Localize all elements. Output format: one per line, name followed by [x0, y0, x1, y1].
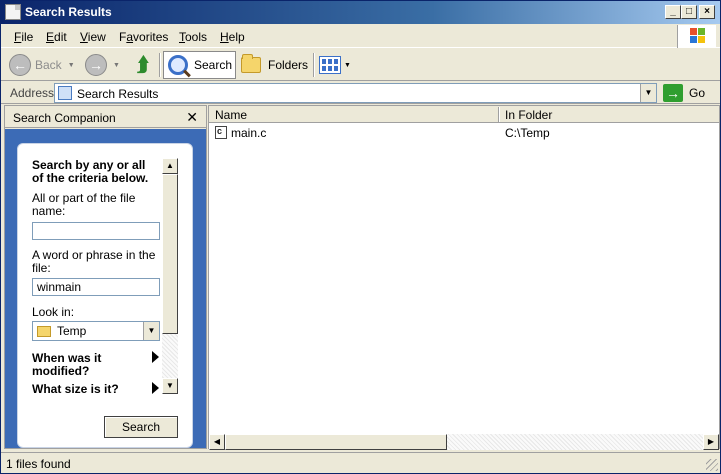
scroll-down-button[interactable]: ▼	[162, 378, 178, 394]
views-dropdown-icon[interactable]: ▼	[344, 62, 351, 69]
scroll-thumb[interactable]	[162, 174, 178, 334]
filename-label: All or part of the file name:	[32, 191, 136, 218]
address-value: Search Results	[77, 87, 159, 101]
forward-button[interactable]: → ▼	[85, 51, 120, 79]
scroll-right-button[interactable]: ▶	[703, 434, 719, 450]
search-toggle-label: Search	[194, 58, 233, 72]
views-button[interactable]: ▼	[319, 51, 351, 79]
search-companion-header: Search Companion ✕	[5, 106, 206, 128]
search-toggle-button[interactable]: Search	[163, 51, 236, 79]
menu-tools[interactable]: Tools	[179, 30, 207, 44]
windows-flag-icon	[690, 28, 706, 44]
toolbar-separator	[159, 53, 161, 77]
menu-favorites[interactable]: Favorites	[119, 30, 168, 44]
windows-logo	[677, 25, 716, 48]
horizontal-scroll-thumb[interactable]	[225, 434, 447, 450]
menu-help[interactable]: Help	[220, 30, 245, 44]
up-arrow-icon: ⮭	[137, 53, 149, 76]
column-folder-header[interactable]: In Folder	[505, 108, 552, 122]
views-icon	[319, 56, 341, 74]
menu-bar: File Edit View Favorites Tools Help	[1, 25, 720, 48]
explorer-window: Search Results _ □ × File Edit View Favo…	[0, 0, 721, 474]
maximize-button[interactable]: □	[681, 5, 697, 19]
lookin-select[interactable]: Temp ▼	[32, 321, 160, 341]
back-button[interactable]: ← Back ▼	[9, 51, 75, 79]
search-criteria-card: Search by any or all of the criteria bel…	[17, 143, 193, 448]
back-arrow-icon: ←	[9, 54, 31, 76]
window-title: Search Results	[25, 5, 112, 19]
address-bar: Address Search Results ▼ → Go	[1, 82, 720, 104]
document-icon	[5, 4, 21, 20]
status-bar: 1 files found	[1, 452, 720, 473]
table-row[interactable]: main.c C:\Temp	[209, 124, 719, 141]
when-modified-link[interactable]: When was it modified?	[32, 352, 142, 378]
close-button[interactable]: ×	[699, 5, 715, 19]
folder-icon	[241, 54, 261, 73]
go-label: Go	[689, 86, 706, 100]
menu-view[interactable]: View	[80, 30, 106, 44]
search-companion-body: Search by any or all of the criteria bel…	[5, 129, 206, 448]
folders-button[interactable]: Folders	[241, 51, 308, 79]
file-folder: C:\Temp	[505, 126, 550, 140]
address-input[interactable]: Search Results ▼	[54, 83, 657, 103]
back-dropdown-icon[interactable]: ▼	[68, 62, 75, 69]
criteria-scrollbar[interactable]: ▲ ▼	[162, 158, 178, 394]
column-separator[interactable]	[498, 107, 500, 122]
menu-edit[interactable]: Edit	[46, 30, 67, 44]
lookin-label: Look in:	[32, 305, 75, 319]
scroll-left-button[interactable]: ◀	[209, 434, 225, 450]
expand-arrow-icon[interactable]	[152, 382, 159, 394]
search-results-icon	[58, 86, 72, 100]
results-pane: Name In Folder main.c C:\Temp ◀ ▶	[208, 105, 720, 450]
search-icon	[168, 55, 188, 75]
up-folder-button[interactable]: ⮭	[132, 51, 154, 79]
go-button[interactable]: → Go	[663, 83, 705, 103]
c-file-icon	[215, 126, 227, 139]
search-criteria-heading: Search by any or all of the criteria bel…	[32, 158, 149, 185]
toolbar-separator	[313, 53, 315, 77]
toolbar: ← Back ▼ → ▼ ⮭ Search Folders ▼	[1, 49, 720, 81]
size-link[interactable]: What size is it?	[32, 383, 142, 396]
horizontal-scrollbar[interactable]: ◀ ▶	[209, 434, 719, 450]
filename-input[interactable]	[32, 222, 160, 240]
search-companion-pane: Search Companion ✕ Search by any or all …	[4, 105, 207, 449]
forward-dropdown-icon[interactable]: ▼	[113, 62, 120, 69]
phrase-label: A word or phrase in the file:	[32, 248, 156, 275]
search-companion-title: Search Companion	[13, 111, 116, 125]
minimize-button[interactable]: _	[665, 5, 681, 19]
forward-arrow-icon: →	[85, 54, 107, 76]
address-dropdown-button[interactable]: ▼	[640, 84, 656, 102]
file-name: main.c	[231, 126, 267, 140]
lookin-value: Temp	[57, 324, 87, 338]
scroll-up-button[interactable]: ▲	[162, 158, 178, 174]
expand-arrow-icon[interactable]	[152, 351, 159, 363]
title-bar[interactable]: Search Results _ □ ×	[1, 1, 720, 24]
go-arrow-icon: →	[663, 84, 683, 102]
column-name-header[interactable]: Name	[215, 108, 247, 122]
results-header: Name In Folder	[209, 106, 719, 123]
phrase-input[interactable]: winmain	[32, 278, 160, 296]
folders-label: Folders	[268, 58, 309, 72]
close-pane-icon[interactable]: ✕	[186, 109, 198, 126]
menu-file[interactable]: File	[14, 30, 33, 44]
status-text: 1 files found	[6, 457, 71, 471]
back-label: Back	[35, 58, 62, 72]
address-label: Address	[10, 86, 55, 100]
lookin-dropdown-button[interactable]: ▼	[143, 322, 159, 340]
search-button[interactable]: Search	[104, 416, 178, 438]
folder-icon	[37, 325, 51, 337]
resize-grip[interactable]	[706, 459, 718, 471]
